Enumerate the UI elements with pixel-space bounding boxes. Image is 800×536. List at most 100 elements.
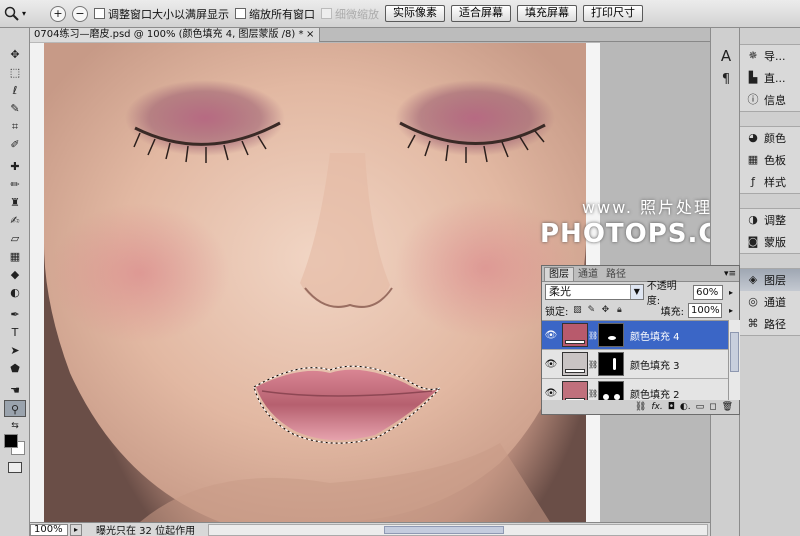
- healing-brush-tool-icon[interactable]: ✚: [4, 158, 26, 175]
- gradient-tool-icon[interactable]: ▦: [4, 248, 26, 265]
- clone-stamp-tool-icon[interactable]: ♜: [4, 194, 26, 211]
- pen-tool-icon[interactable]: ✒: [4, 306, 26, 323]
- status-menu-icon[interactable]: ▸: [70, 523, 82, 536]
- fit-screen-button[interactable]: 适合屏幕: [451, 5, 511, 22]
- crop-tool-icon[interactable]: ⌗: [4, 118, 26, 135]
- type-tool-icon[interactable]: T: [4, 324, 26, 341]
- checkbox-box[interactable]: [94, 8, 105, 19]
- group-icon[interactable]: ▭: [696, 402, 705, 412]
- zoom-tool-icon[interactable]: ⚲: [4, 400, 26, 417]
- dock-item-info[interactable]: ⓘ 信息: [740, 89, 800, 111]
- dodge-tool-icon[interactable]: ◐: [4, 284, 26, 301]
- new-layer-icon[interactable]: ◻: [709, 402, 716, 412]
- document-canvas[interactable]: [30, 43, 600, 522]
- tab-layers[interactable]: 图层: [544, 267, 574, 281]
- print-size-button[interactable]: 打印尺寸: [583, 5, 643, 22]
- link-layers-icon[interactable]: ⛓︎: [635, 402, 646, 412]
- tab-channels[interactable]: 通道: [574, 268, 602, 281]
- foreground-color-swatch[interactable]: [4, 434, 18, 448]
- portrait-image: [30, 43, 600, 522]
- layer-mask-thumbnail[interactable]: [598, 323, 624, 347]
- layer-row[interactable]: 👁︎ ⛓︎ 颜色填充 4: [542, 321, 728, 350]
- paragraph-panel-icon[interactable]: ¶: [718, 72, 734, 88]
- fill-screen-button[interactable]: 填充屏幕: [517, 5, 577, 22]
- dock-item-histogram[interactable]: ▙ 直...: [740, 67, 800, 89]
- character-panel-icon[interactable]: A: [718, 48, 734, 64]
- close-icon[interactable]: ×: [306, 28, 314, 42]
- adjustments-icon: ◑: [748, 213, 758, 226]
- swap-colors-icon[interactable]: ⇆: [4, 418, 26, 435]
- lock-pixels-icon[interactable]: ✎: [586, 305, 596, 315]
- link-icon[interactable]: ⛓︎: [588, 331, 598, 340]
- dock-item-label: 信息: [764, 94, 786, 107]
- zoom-level-field[interactable]: 100%: [30, 523, 68, 536]
- eyedropper-tool-icon[interactable]: ✐: [4, 136, 26, 153]
- horizontal-scrollbar[interactable]: [208, 523, 708, 536]
- visibility-eye-icon[interactable]: 👁︎: [542, 330, 560, 341]
- opacity-field[interactable]: 60%: [693, 284, 724, 300]
- dock-item-paths[interactable]: ⌘ 路径: [740, 313, 800, 335]
- layer-list-scrollbar[interactable]: [728, 320, 740, 400]
- dock-item-color[interactable]: ◕ 颜色: [740, 127, 800, 149]
- fill-slider-icon[interactable]: ▸: [726, 303, 736, 318]
- layer-list: 👁︎ ⛓︎ 颜色填充 4 👁︎ ⛓︎ 颜色填充 3 👁︎ ⛓︎ 颜色填充 2: [542, 320, 728, 400]
- link-icon[interactable]: ⛓︎: [588, 389, 598, 398]
- fill-color-thumbnail[interactable]: [562, 381, 588, 400]
- tool-preset-picker[interactable]: ▾: [4, 3, 44, 25]
- dock-item-label: 直...: [764, 72, 786, 85]
- scrollbar-thumb[interactable]: [384, 525, 504, 534]
- link-icon[interactable]: ⛓︎: [588, 360, 598, 369]
- lasso-tool-icon[interactable]: ℓ: [4, 82, 26, 99]
- dock-item-channels[interactable]: ◎ 通道: [740, 291, 800, 313]
- dock-item-adjustments[interactable]: ◑ 调整: [740, 209, 800, 231]
- scrubby-zoom-label: 细微缩放: [335, 7, 379, 21]
- layer-row[interactable]: 👁︎ ⛓︎ 颜色填充 2: [542, 379, 728, 400]
- eraser-tool-icon[interactable]: ▱: [4, 230, 26, 247]
- quick-select-tool-icon[interactable]: ✎: [4, 100, 26, 117]
- visibility-eye-icon[interactable]: 👁︎: [542, 388, 560, 399]
- blend-mode-select[interactable]: 柔光 ▼: [545, 284, 644, 300]
- opacity-slider-icon[interactable]: ▸: [726, 285, 736, 300]
- hand-tool-icon[interactable]: ☚: [4, 382, 26, 399]
- paths-icon: ⌘: [747, 317, 759, 330]
- layer-mask-thumbnail[interactable]: [598, 381, 624, 400]
- zoom-in-button[interactable]: +: [50, 5, 66, 22]
- layer-row[interactable]: 👁︎ ⛓︎ 颜色填充 3: [542, 350, 728, 379]
- fill-color-thumbnail[interactable]: [562, 323, 588, 347]
- history-brush-tool-icon[interactable]: ✍: [4, 212, 26, 229]
- zoom-all-windows-checkbox[interactable]: 缩放所有窗口: [235, 6, 315, 22]
- actual-pixels-button[interactable]: 实际像素: [385, 5, 445, 22]
- tab-paths[interactable]: 路径: [602, 268, 630, 281]
- checkbox-box[interactable]: [235, 8, 246, 19]
- panel-menu-icon[interactable]: ▾≡: [724, 268, 736, 281]
- dock-item-navigator[interactable]: ✵ 导...: [740, 45, 800, 67]
- visibility-eye-icon[interactable]: 👁︎: [542, 359, 560, 370]
- trash-icon[interactable]: 🗑︎: [722, 402, 733, 412]
- move-tool-icon[interactable]: ✥: [4, 46, 26, 63]
- resize-windows-checkbox[interactable]: 调整窗口大小以满屏显示: [94, 6, 229, 22]
- layer-mask-thumbnail[interactable]: [598, 352, 624, 376]
- fx-icon[interactable]: fx.: [651, 402, 662, 412]
- lock-position-icon[interactable]: ✥: [600, 305, 610, 315]
- document-tab[interactable]: 0704练习—磨皮.psd @ 100% (颜色填充 4, 图层蒙版 /8) *: [30, 28, 320, 42]
- adjustment-layer-icon[interactable]: ◐.: [680, 402, 691, 412]
- scrollbar-thumb[interactable]: [730, 332, 739, 372]
- lock-transparency-icon[interactable]: ▨: [572, 305, 582, 315]
- zoom-out-button[interactable]: −: [72, 5, 88, 22]
- info-icon: ⓘ: [747, 93, 759, 106]
- color-icon: ◕: [748, 131, 758, 144]
- dock-item-layers[interactable]: ◈ 图层: [740, 269, 800, 291]
- fill-field[interactable]: 100%: [688, 302, 722, 318]
- dock-item-masks[interactable]: ◙ 蒙版: [740, 231, 800, 253]
- path-select-tool-icon[interactable]: ➤: [4, 342, 26, 359]
- dock-item-styles[interactable]: ƒ 样式: [740, 171, 800, 193]
- blur-tool-icon[interactable]: ◆: [4, 266, 26, 283]
- quick-mask-icon[interactable]: [8, 462, 22, 473]
- marquee-tool-icon[interactable]: ⬚: [4, 64, 26, 81]
- dock-item-swatches[interactable]: ▦ 色板: [740, 149, 800, 171]
- shape-tool-icon[interactable]: ⬟: [4, 360, 26, 377]
- fill-color-thumbnail[interactable]: [562, 352, 588, 376]
- brush-tool-icon[interactable]: ✏: [4, 176, 26, 193]
- lock-all-icon[interactable]: 🔒︎: [614, 305, 624, 315]
- add-mask-icon[interactable]: ◘: [668, 402, 675, 412]
